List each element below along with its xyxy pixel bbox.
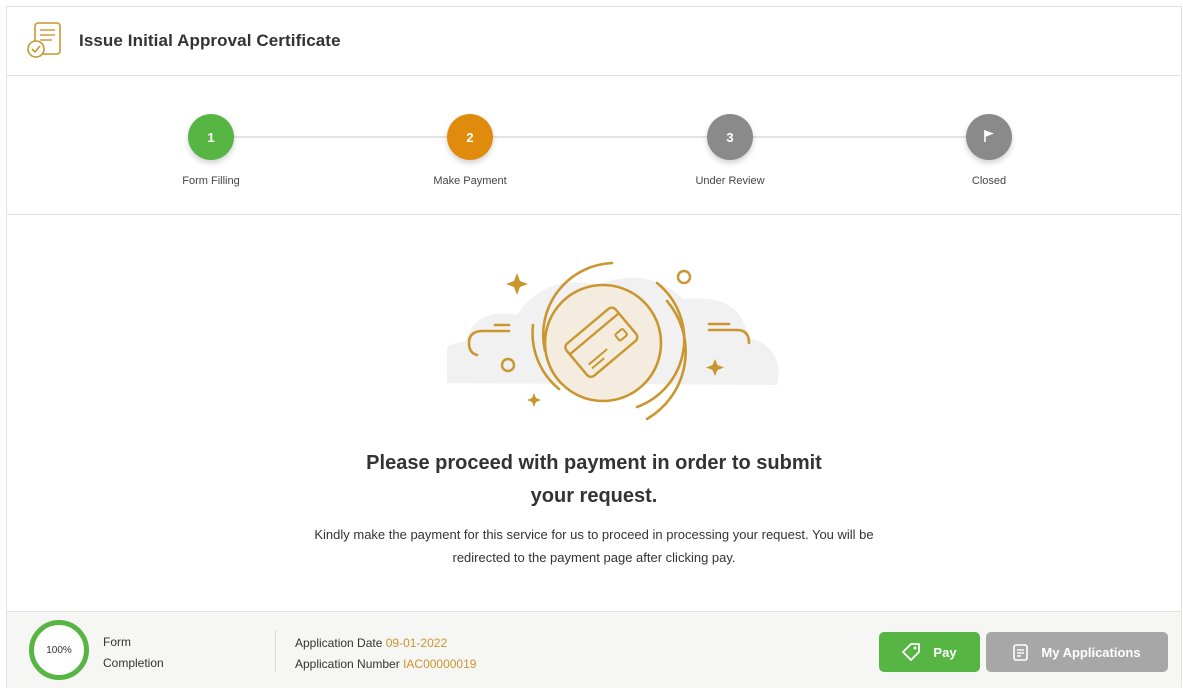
progress-stepper: 1 Form Filling 2 Make Payment 3 Under Re…	[7, 76, 1181, 215]
pay-button-label: Pay	[933, 644, 957, 660]
page-frame: Issue Initial Approval Certificate 1 For…	[6, 6, 1182, 688]
flag-icon	[982, 129, 996, 146]
instructions-line-1: Kindly make the payment for this service…	[314, 527, 874, 542]
completion-percent: 100%	[46, 644, 72, 656]
form-completion-ring: 100%	[29, 620, 89, 680]
pay-button[interactable]: Pay	[879, 632, 980, 672]
step-3-circle: 3	[707, 114, 753, 160]
instructions-line-2: redirected to the payment page after cli…	[452, 550, 736, 565]
page-title: Issue Initial Approval Certificate	[79, 31, 341, 50]
application-footer: 100% Form Completion Application Date 09…	[7, 611, 1181, 688]
step-3-label: Under Review	[695, 175, 765, 187]
certificate-icon	[25, 21, 67, 61]
step-form-filling[interactable]: 1 Form Filling	[141, 114, 281, 187]
application-date-row: Application Date 09-01-2022	[295, 633, 476, 654]
page-header: Issue Initial Approval Certificate	[7, 7, 1181, 76]
payment-illustration	[430, 255, 787, 425]
step-1-label: Form Filling	[182, 175, 240, 187]
my-applications-button[interactable]: My Applications	[986, 632, 1168, 672]
application-date-value: 09-01-2022	[385, 636, 448, 650]
payment-prompt: Please proceed with payment in order to …	[7, 215, 1181, 611]
payment-headline: Please proceed with payment in order to …	[7, 447, 1181, 513]
my-applications-label: My Applications	[1041, 644, 1141, 660]
step-4-circle	[966, 114, 1012, 160]
step-under-review[interactable]: 3 Under Review	[660, 114, 800, 187]
application-number-row: Application Number IAC00000019	[295, 654, 476, 675]
completion-label-line-2: Completion	[103, 656, 164, 670]
application-number-value: IAC00000019	[403, 657, 477, 671]
step-1-circle: 1	[188, 114, 234, 160]
completion-label-line-1: Form	[103, 635, 131, 649]
step-2-circle: 2	[447, 114, 493, 160]
payment-instructions: Kindly make the payment for this service…	[7, 523, 1181, 569]
step-make-payment[interactable]: 2 Make Payment	[400, 114, 540, 187]
headline-line-2: your request.	[530, 485, 658, 507]
footer-divider	[275, 630, 276, 672]
step-2-label: Make Payment	[433, 175, 507, 187]
tag-icon	[902, 643, 921, 661]
application-info: Application Date 09-01-2022 Application …	[295, 633, 476, 675]
stepper-track	[211, 136, 991, 138]
step-closed[interactable]: Closed	[919, 114, 1059, 187]
application-number-label: Application Number	[295, 657, 400, 671]
step-4-label: Closed	[971, 175, 1007, 187]
completion-label: Form Completion	[103, 632, 164, 674]
headline-line-1: Please proceed with payment in order to …	[366, 452, 822, 474]
document-icon	[1013, 643, 1029, 661]
application-date-label: Application Date	[295, 636, 383, 650]
